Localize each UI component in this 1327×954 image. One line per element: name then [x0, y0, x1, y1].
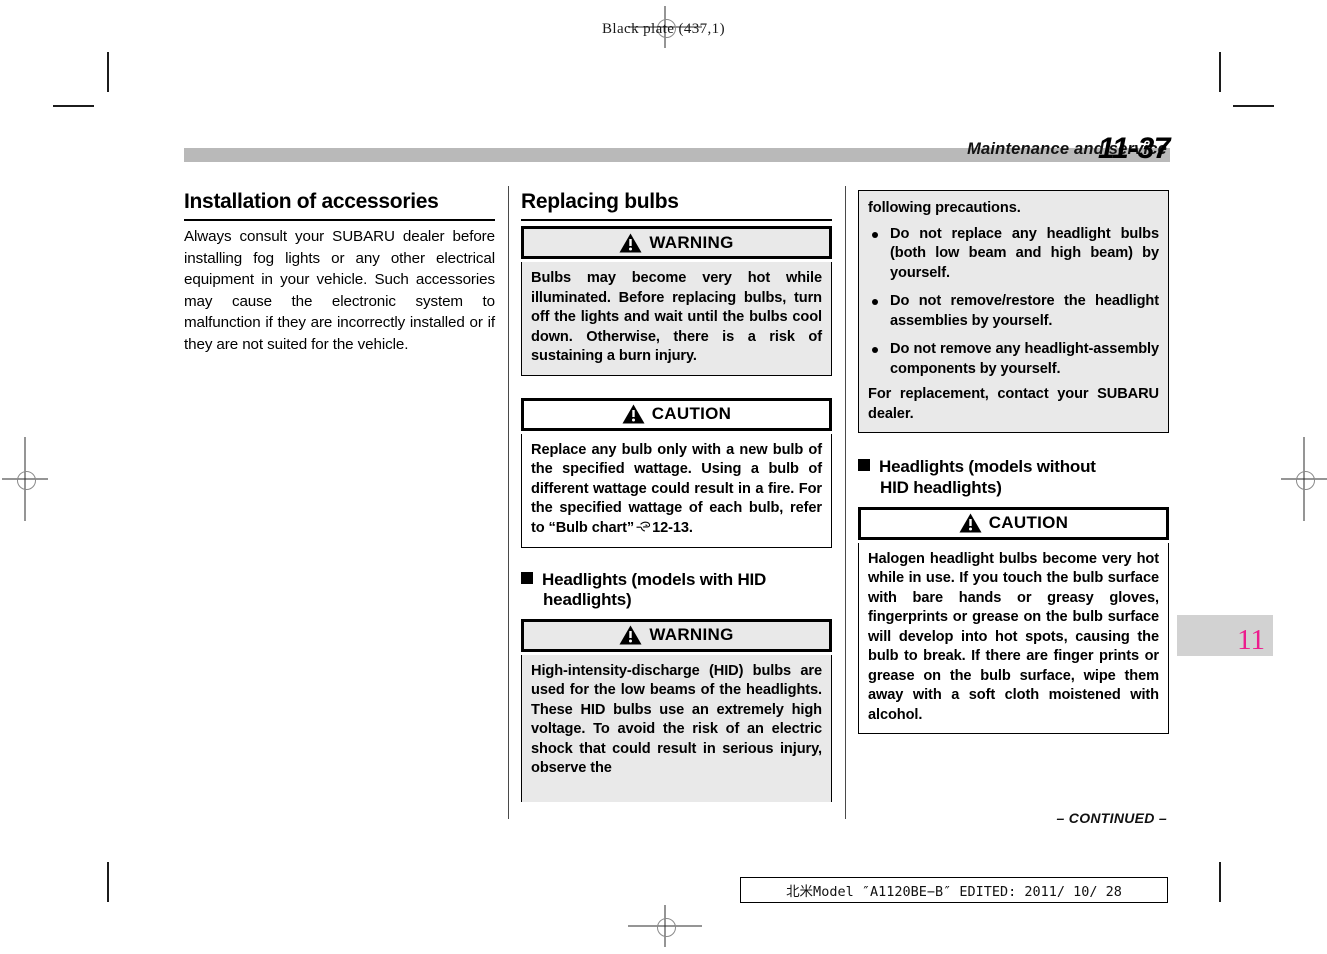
- warning-box-header: WARNING: [521, 618, 832, 652]
- chapter-thumb-tab: 11: [1177, 615, 1273, 656]
- warning-box-label: WARNING: [649, 232, 734, 252]
- caution-box-body: Halogen headlight bulbs become very hot …: [858, 542, 1169, 735]
- column-3: following precautions. Do not replace an…: [858, 190, 1169, 756]
- list-item-text: Do not replace any headlight bulbs (both…: [890, 225, 1159, 281]
- warning-box-hid-continued: following precautions. Do not replace an…: [858, 190, 1169, 434]
- crop-mark-top-left-vertical: [107, 52, 109, 92]
- subheading-headlights-without-hid: Headlights (models without HID headlight…: [858, 457, 1169, 497]
- caution-box-halogen: CAUTION Halogen headlight bulbs become v…: [858, 506, 1169, 735]
- registration-mark-left: [2, 437, 48, 521]
- warning-triangle-icon: [619, 233, 642, 253]
- body-paragraph-accessories: Always consult your SUBARU dealer before…: [184, 228, 495, 353]
- list-item-text: Do not remove/restore the headlight asse…: [890, 293, 1159, 329]
- running-head-page-number: 11-37: [1097, 132, 1171, 165]
- crop-mark-bottom-right-vertical: [1219, 862, 1221, 902]
- subheading-headlights-with-hid: Headlights (models with HID headlights): [521, 570, 832, 610]
- subheading-line-2: HID headlights): [880, 477, 1002, 497]
- bullet-dot-icon: [872, 231, 878, 238]
- column-divider-2: [845, 186, 846, 819]
- caution-box-label: CAUTION: [651, 404, 732, 424]
- subheading-line-1: Headlights (models with HID: [542, 569, 767, 589]
- square-bullet-icon: [858, 459, 870, 472]
- list-item: Do not remove/restore the headlight asse…: [868, 292, 1159, 331]
- warning-box-body: Bulbs may become very hot while illumina…: [521, 262, 832, 376]
- warning-box-label: WARNING: [649, 625, 734, 645]
- column-2: Replacing bulbs WARNING Bulbs may become…: [521, 190, 832, 802]
- footer-edition-stamp: 北米Model ″A1120BE−B″ EDITED: 2011/ 10/ 28: [740, 877, 1168, 903]
- column-divider-1: [508, 186, 509, 819]
- crop-mark-top-right-vertical: [1219, 52, 1221, 92]
- crop-mark-top-right-horizontal: [1233, 105, 1274, 107]
- reg-circle: [1295, 470, 1315, 490]
- black-plate-label: Black plate (437,1): [602, 21, 725, 37]
- caution-box-header: CAUTION: [521, 397, 832, 431]
- continued-marker: – CONTINUED –: [1056, 810, 1167, 826]
- list-item-text: Do not remove any headlight-assembly com…: [890, 341, 1159, 377]
- warning-bullet-list: Do not replace any headlight bulbs (both…: [868, 225, 1159, 380]
- column-1: Installation of accessories Always consu…: [184, 190, 495, 356]
- warning-box-hot-bulbs: WARNING Bulbs may become very hot while …: [521, 226, 832, 376]
- bullet-dot-icon: [872, 347, 878, 354]
- square-bullet-icon: [521, 571, 533, 584]
- warning-triangle-icon: [619, 625, 642, 645]
- registration-mark-bottom: [628, 905, 702, 947]
- crop-mark-bottom-left-vertical: [107, 862, 109, 902]
- caution-box-body: Replace any bulb only with a new bulb of…: [521, 433, 832, 548]
- caution-box-header: CAUTION: [858, 506, 1169, 540]
- section-title-replacing-bulbs: Replacing bulbs: [521, 190, 832, 222]
- registration-mark-right: [1281, 437, 1327, 521]
- warning-intro-text: following precautions.: [868, 200, 1021, 216]
- list-item: Do not replace any headlight bulbs (both…: [868, 225, 1159, 284]
- warning-box-body-continued: following precautions. Do not replace an…: [858, 190, 1169, 434]
- reg-circle: [16, 470, 36, 490]
- warning-closing-text: For replacement, contact your SUBARU dea…: [868, 386, 1159, 422]
- crop-mark-top-left-horizontal: [53, 105, 94, 107]
- section-title-installation-of-accessories: Installation of accessories: [184, 190, 495, 222]
- list-item: Do not remove any headlight-assembly com…: [868, 340, 1159, 379]
- warning-box-body: High-intensity-discharge (HID) bulbs are…: [521, 654, 832, 802]
- warning-box-header: WARNING: [521, 226, 832, 260]
- caution-box-bulb-wattage: CAUTION Replace any bulb only with a new…: [521, 397, 832, 548]
- pointing-hand-icon: [636, 521, 651, 532]
- caution-box-reference: 12-13.: [652, 520, 693, 537]
- warning-box-hid: WARNING High-intensity-discharge (HID) b…: [521, 618, 832, 802]
- warning-triangle-icon: [959, 513, 982, 533]
- chapter-number: 11: [1237, 624, 1265, 656]
- caution-box-label: CAUTION: [988, 513, 1069, 533]
- subheading-line-2: headlights): [543, 589, 632, 609]
- bullet-dot-icon: [872, 299, 878, 306]
- subheading-line-1: Headlights (models without: [879, 457, 1096, 477]
- reg-circle: [656, 917, 676, 937]
- warning-triangle-icon: [622, 404, 645, 424]
